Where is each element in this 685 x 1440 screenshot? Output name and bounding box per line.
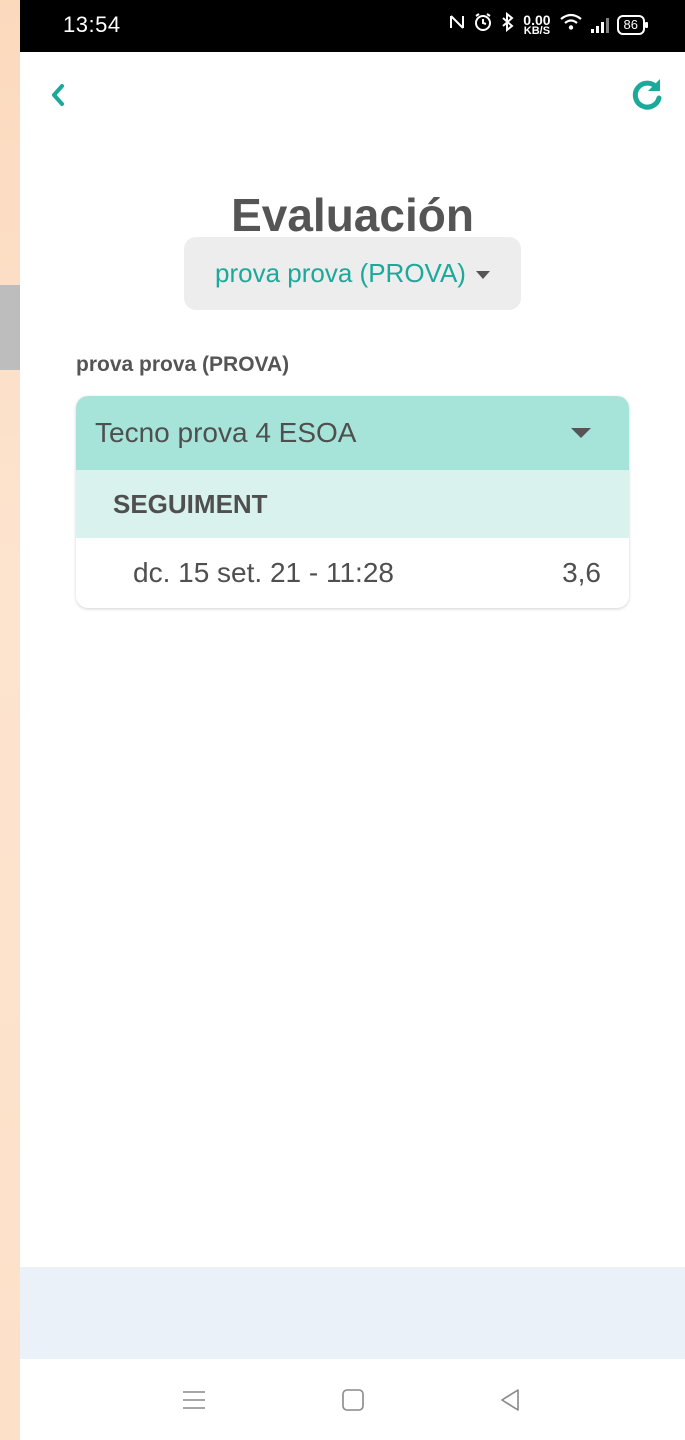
nfc-icon: [449, 13, 465, 36]
student-selector-value: prova prova (PROVA): [215, 258, 466, 288]
refresh-icon: [632, 79, 662, 110]
chevron-left-icon: [52, 84, 64, 106]
background-shape: [0, 285, 20, 370]
triangle-back-icon: [501, 1389, 519, 1411]
status-bar: 13:54 0.00 KB/S 86: [20, 0, 685, 52]
bottom-panel: [20, 1267, 685, 1359]
home-icon: [342, 1389, 364, 1411]
bluetooth-icon: [501, 11, 515, 37]
phone-screen: 13:54 0.00 KB/S 86 Evaluación prova prov…: [20, 0, 685, 1440]
back-button[interactable]: [46, 80, 70, 110]
background-edge: [0, 0, 20, 1440]
grade-row[interactable]: dc. 15 set. 21 - 11:28 3,6: [76, 538, 629, 608]
status-icons: 0.00 KB/S 86: [449, 11, 649, 37]
student-selector[interactable]: prova prova (PROVA): [184, 237, 521, 310]
alarm-icon: [473, 12, 493, 37]
signal-icon: [590, 17, 609, 33]
subject-card: Tecno prova 4 ESOA SEGUIMENT dc. 15 set.…: [76, 396, 629, 608]
refresh-button[interactable]: [629, 76, 665, 112]
page-title: Evaluación: [231, 189, 474, 241]
chevron-down-icon: [571, 428, 591, 438]
chevron-down-icon: [475, 270, 490, 279]
wifi-icon: [559, 13, 583, 36]
student-name-label: prova prova (PROVA): [76, 353, 290, 376]
menu-button[interactable]: [179, 1385, 209, 1415]
system-nav-bar: [20, 1359, 685, 1440]
battery-icon: 86: [616, 14, 649, 35]
section-header: SEGUIMENT: [76, 470, 629, 538]
system-back-button[interactable]: [496, 1385, 526, 1415]
grade-date: dc. 15 set. 21 - 11:28: [133, 557, 394, 588]
status-time: 13:54: [63, 12, 121, 37]
grade-value: 3,6: [562, 557, 601, 588]
home-button[interactable]: [338, 1385, 368, 1415]
subject-dropdown[interactable]: Tecno prova 4 ESOA: [76, 396, 629, 470]
subject-name: Tecno prova 4 ESOA: [95, 417, 357, 448]
network-speed: 0.00 KB/S: [523, 11, 551, 37]
menu-icon: [183, 1391, 205, 1409]
